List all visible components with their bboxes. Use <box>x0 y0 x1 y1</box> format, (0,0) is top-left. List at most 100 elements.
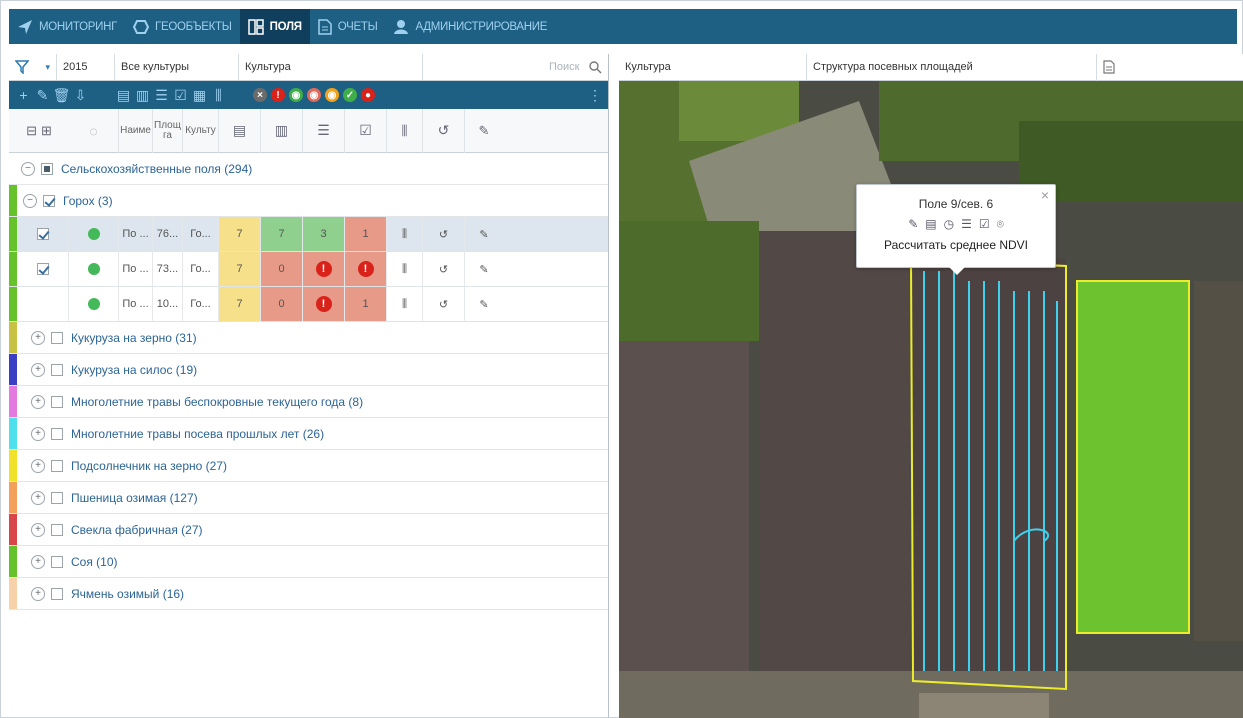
year-select[interactable]: 2015 <box>57 54 115 80</box>
group-row[interactable]: + Соя (10) <box>9 546 608 578</box>
group-row[interactable]: + Многолетние травы посева прошлых лет (… <box>9 418 608 450</box>
import-icon[interactable]: ⇩ <box>72 87 89 104</box>
group-row[interactable]: + Свекла фабричная (27) <box>9 514 608 546</box>
map-culture-select[interactable]: Культура <box>619 53 807 81</box>
row-checkbox-cell[interactable] <box>17 252 69 286</box>
map-structure-select[interactable]: Структура посевных площадей <box>807 53 1097 81</box>
column-columns-header[interactable]: ⫼ <box>387 108 423 153</box>
layer-icon[interactable]: ▤ <box>925 217 936 232</box>
table-row[interactable]: По ... 76... Го... 7 7 3 1 ⫼ ↺ ✎ <box>9 217 608 252</box>
group-checkbox[interactable] <box>51 491 63 504</box>
expand-icon[interactable]: + <box>31 426 45 441</box>
group-row[interactable]: + Пшеница озимая (127) <box>9 482 608 514</box>
location-pin-icon[interactable]: ⌾ <box>997 217 1004 232</box>
expand-icon[interactable]: + <box>31 586 45 601</box>
collapse-all-icon[interactable]: ⊟ <box>26 123 37 139</box>
expand-icon[interactable]: + <box>31 522 45 537</box>
group-row[interactable]: + Многолетние травы беспокровные текущег… <box>9 386 608 418</box>
group-row[interactable]: + Подсолнечник на зерно (27) <box>9 450 608 482</box>
collapse-icon[interactable]: − <box>21 161 35 176</box>
nav-fields[interactable]: ПОЛЯ <box>239 9 310 44</box>
group-checkbox[interactable] <box>51 427 63 440</box>
column-check-header[interactable]: ☑ <box>345 108 387 153</box>
column-area-header[interactable]: Площ га <box>153 108 183 153</box>
layer-settings-icon[interactable]: ▥ <box>134 87 151 104</box>
more-menu-icon[interactable]: ⋮ <box>588 87 602 104</box>
group-row[interactable]: + Кукуруза на зерно (31) <box>9 322 608 354</box>
status-check-icon[interactable]: ✓ <box>343 88 357 102</box>
status-unknown-icon[interactable]: × <box>253 88 267 102</box>
group-row[interactable]: + Ячмень озимый (16) <box>9 578 608 610</box>
history-icon[interactable]: ↺ <box>423 287 465 321</box>
row-checkbox[interactable] <box>36 263 49 275</box>
column-layer-settings-header[interactable]: ▥ <box>261 108 303 153</box>
columns-icon[interactable]: ⫼ <box>210 87 227 104</box>
layer-icon[interactable]: ▤ <box>115 87 132 104</box>
trash-icon[interactable]: 🗑 <box>53 87 71 104</box>
culture-select[interactable]: Культура <box>239 54 423 80</box>
calculate-ndvi-link[interactable]: Рассчитать среднее NDVI <box>857 238 1055 252</box>
group-row[interactable]: + Кукуруза на силос (19) <box>9 354 608 386</box>
nav-reports[interactable]: ОЧЕТЫ <box>310 9 386 44</box>
status-warning-red-icon[interactable]: ◉ <box>307 88 321 102</box>
column-history-header[interactable]: ↺ <box>423 108 465 153</box>
expand-icon[interactable]: + <box>31 490 45 505</box>
add-icon[interactable]: + <box>15 87 32 104</box>
row-checkbox[interactable] <box>36 228 49 240</box>
table-row[interactable]: По ... 10... Го... 7 0 ! 1 ⫼ ↺ ✎ <box>9 287 608 322</box>
columns-icon[interactable]: ⫼ <box>387 252 423 286</box>
pencil-icon[interactable]: ✎ <box>34 87 51 104</box>
pencil-icon[interactable]: ✎ <box>465 287 503 321</box>
filter-dropdown[interactable]: ▾ <box>9 54 57 80</box>
group-checkbox[interactable] <box>51 363 63 376</box>
export-document-icon[interactable] <box>1097 54 1121 81</box>
clock-icon[interactable]: ◷ <box>944 217 954 232</box>
group-row-pea[interactable]: − Горох (3) <box>9 185 608 217</box>
column-list-header[interactable]: ☰ <box>303 108 345 153</box>
expand-icon[interactable]: + <box>31 362 45 377</box>
expand-icon[interactable]: + <box>31 458 45 473</box>
list-icon[interactable]: ☰ <box>961 217 972 232</box>
group-checkbox[interactable] <box>43 194 55 207</box>
checklist-icon[interactable]: ☑ <box>172 87 189 104</box>
expand-all-icon[interactable]: ⊞ <box>41 123 52 139</box>
column-edit-header[interactable]: ✎ <box>465 109 503 153</box>
satellite-map[interactable]: Поле 9/сев. 6 × ✎ ▤ ◷ ☰ ☑ ⌾ Рассчитать с… <box>619 81 1243 718</box>
table-row[interactable]: По ... 73... Го... 7 0 ! ! ⫼ ↺ ✎ <box>9 252 608 287</box>
expand-icon[interactable]: + <box>31 330 45 345</box>
status-alert-icon[interactable]: ! <box>271 88 285 102</box>
history-icon[interactable]: ↺ <box>423 252 465 286</box>
columns-icon[interactable]: ⫼ <box>387 287 423 321</box>
group-checkbox[interactable] <box>51 555 63 568</box>
status-fire-icon[interactable]: ● <box>361 88 375 102</box>
checklist-icon[interactable]: ☑ <box>979 217 990 232</box>
nav-geoobjects[interactable]: ГЕООБЪЕКТЫ <box>125 9 240 44</box>
collapse-icon[interactable]: − <box>23 193 37 208</box>
column-name-header[interactable]: Наиме <box>119 108 153 153</box>
pencil-icon[interactable]: ✎ <box>465 252 503 286</box>
columns-icon[interactable]: ⫼ <box>387 217 423 251</box>
grid-icon[interactable]: ▦ <box>191 87 208 104</box>
nav-monitoring[interactable]: МОНИТОРИНГ <box>9 9 125 44</box>
expand-icon[interactable]: + <box>31 554 45 569</box>
status-warning-orange-icon[interactable]: ◉ <box>325 88 339 102</box>
history-icon[interactable]: ↺ <box>423 217 465 251</box>
group-checkbox[interactable] <box>51 331 63 344</box>
root-checkbox[interactable] <box>41 162 53 175</box>
status-ok-icon[interactable]: ◉ <box>289 88 303 102</box>
list-icon[interactable]: ☰ <box>153 87 170 104</box>
row-checkbox-cell[interactable] <box>17 217 69 251</box>
column-culture-header[interactable]: Культу <box>183 108 219 153</box>
group-checkbox[interactable] <box>51 587 63 600</box>
group-checkbox[interactable] <box>51 395 63 408</box>
close-icon[interactable]: × <box>1041 187 1049 203</box>
search-input[interactable]: Поиск <box>423 54 608 80</box>
tree-root-row[interactable]: − Сельскохозяйственные поля (294) <box>9 153 608 185</box>
column-layer-header[interactable]: ▤ <box>219 108 261 153</box>
group-checkbox[interactable] <box>51 523 63 536</box>
expand-icon[interactable]: + <box>31 394 45 409</box>
column-status-header[interactable]: ◌ <box>69 108 119 153</box>
pencil-icon[interactable]: ✎ <box>465 217 503 251</box>
group-checkbox[interactable] <box>51 459 63 472</box>
nav-administration[interactable]: АДМИНИСТРИРОВАНИЕ <box>385 9 555 44</box>
